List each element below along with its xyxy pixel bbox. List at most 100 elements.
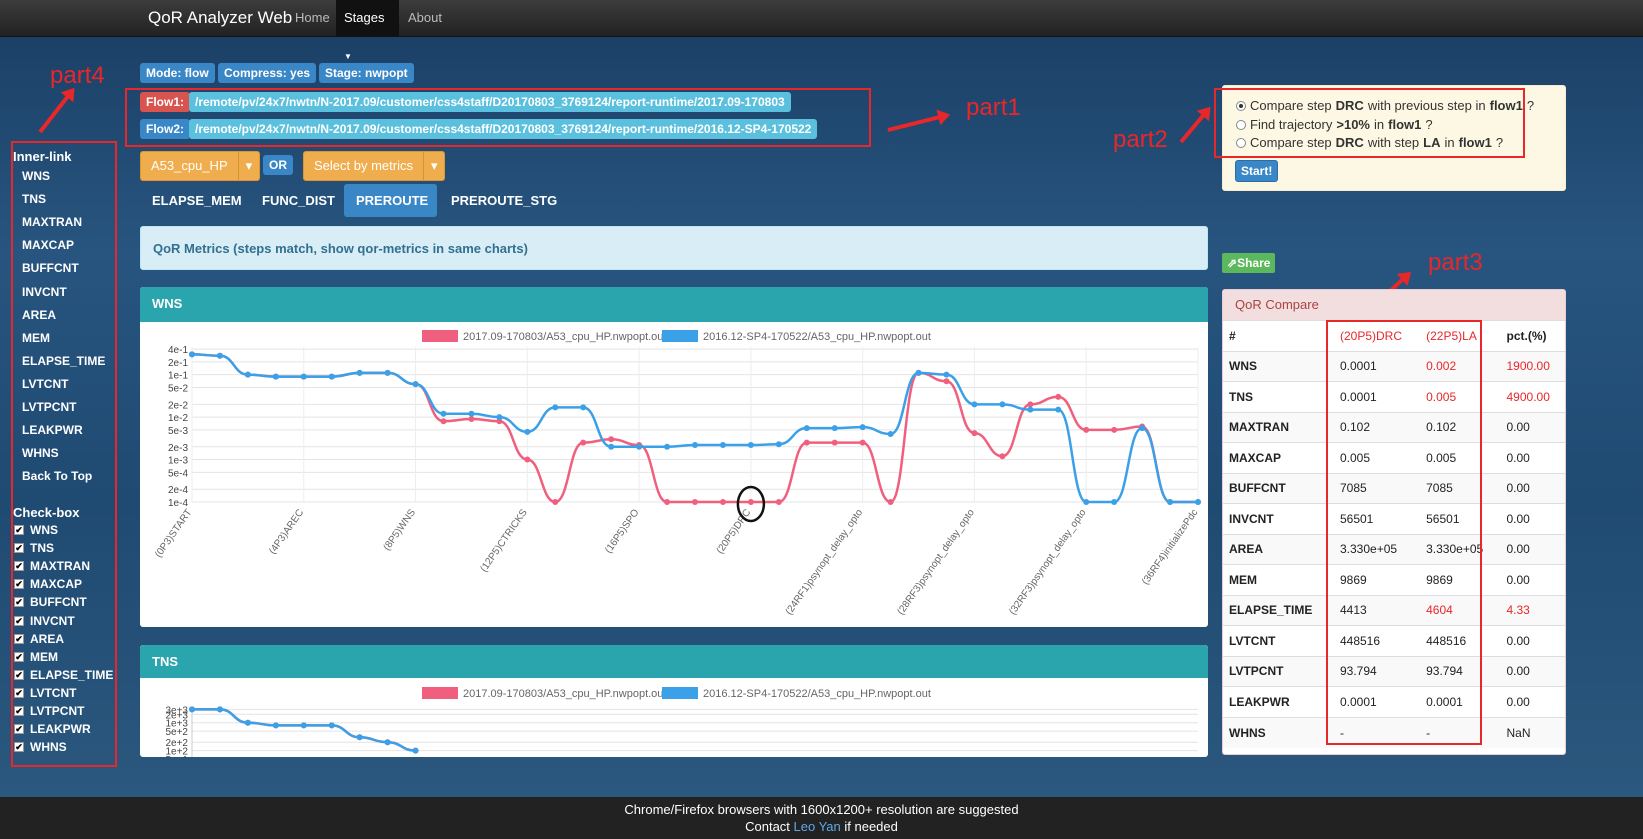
sidebar-link-buffcnt[interactable]: BUFFCNT xyxy=(22,261,79,275)
data-point[interactable] xyxy=(803,425,810,432)
nav-about[interactable]: About xyxy=(400,0,450,37)
checkbox-wns[interactable]: ✔ WNS xyxy=(14,523,58,537)
data-point[interactable] xyxy=(608,436,615,443)
data-point[interactable] xyxy=(831,439,838,446)
data-point[interactable] xyxy=(384,369,391,376)
legend-swatch[interactable] xyxy=(662,330,698,342)
data-point[interactable] xyxy=(1167,499,1174,505)
sidebar-link-elapse-time[interactable]: ELAPSE_TIME xyxy=(22,354,105,368)
checkbox-checked-icon[interactable]: ✔ xyxy=(14,633,24,644)
nav-home[interactable]: Home xyxy=(287,0,338,37)
tab-elapse-mem[interactable]: ELAPSE_MEM xyxy=(140,184,254,217)
data-point[interactable] xyxy=(692,499,698,505)
data-point[interactable] xyxy=(664,443,671,450)
data-point[interactable] xyxy=(412,747,419,754)
sidebar-link-tns[interactable]: TNS xyxy=(22,192,46,206)
checkbox-maxcap[interactable]: ✔ MAXCAP xyxy=(14,577,82,591)
data-point[interactable] xyxy=(943,378,950,385)
data-point[interactable] xyxy=(664,499,671,505)
data-point[interactable] xyxy=(552,499,559,505)
data-point[interactable] xyxy=(775,441,782,448)
checkbox-lvtpcnt[interactable]: ✔ LVTPCNT xyxy=(14,704,84,718)
data-point[interactable] xyxy=(216,706,223,713)
data-point[interactable] xyxy=(189,706,195,713)
contact-link[interactable]: Leo Yan xyxy=(794,819,841,834)
data-point[interactable] xyxy=(440,410,447,417)
data-point[interactable] xyxy=(859,439,866,446)
checkbox-checked-icon[interactable]: ✔ xyxy=(14,561,24,572)
data-point[interactable] xyxy=(999,453,1006,460)
data-point[interactable] xyxy=(468,410,475,417)
brand-title[interactable]: QoR Analyzer Web xyxy=(148,8,292,28)
data-point[interactable] xyxy=(496,414,503,421)
share-button[interactable]: ⇗Share xyxy=(1222,253,1276,273)
data-point[interactable] xyxy=(887,431,894,438)
checkbox-checked-icon[interactable]: ✔ xyxy=(14,543,24,554)
checkbox-tns[interactable]: ✔ TNS xyxy=(14,541,54,555)
sidebar-link-lvtpcnt[interactable]: LVTPCNT xyxy=(22,400,76,414)
compare-option-2[interactable]: Find trajectory >10% in flow1? xyxy=(1236,117,1433,132)
metric-select-button[interactable]: Select by metrics ▾ xyxy=(303,151,445,181)
data-point[interactable] xyxy=(1027,401,1034,408)
checkbox-area[interactable]: ✔ AREA xyxy=(14,632,64,646)
legend-swatch[interactable] xyxy=(662,687,698,699)
data-point[interactable] xyxy=(580,404,587,411)
data-point[interactable] xyxy=(440,418,447,425)
data-point[interactable] xyxy=(1083,499,1090,505)
legend-label[interactable]: 2016.12-SP4-170522/A53_cpu_HP.nwpopt.out xyxy=(703,688,931,700)
data-point[interactable] xyxy=(775,499,782,505)
data-point[interactable] xyxy=(1195,499,1201,505)
radio-selected-icon[interactable] xyxy=(1236,100,1246,111)
checkbox-leakpwr[interactable]: ✔ LEAKPWR xyxy=(14,722,91,736)
radio-icon[interactable] xyxy=(1236,137,1246,148)
data-point[interactable] xyxy=(1027,406,1034,413)
data-point[interactable] xyxy=(831,425,838,432)
data-point[interactable] xyxy=(244,371,251,378)
sidebar-link-lvtcnt[interactable]: LVTCNT xyxy=(22,377,68,391)
tab-preroute-stg[interactable]: PREROUTE_STG xyxy=(439,184,569,217)
data-point[interactable] xyxy=(580,439,587,446)
data-point[interactable] xyxy=(328,722,335,729)
checkbox-checked-icon[interactable]: ✔ xyxy=(14,651,24,662)
checkbox-whns[interactable]: ✔ WHNS xyxy=(14,740,67,754)
data-point[interactable] xyxy=(468,416,475,423)
checkbox-checked-icon[interactable]: ✔ xyxy=(14,742,24,753)
data-point[interactable] xyxy=(719,499,726,505)
data-point[interactable] xyxy=(244,719,251,726)
start-button[interactable]: Start! xyxy=(1235,160,1279,182)
data-point[interactable] xyxy=(524,456,531,463)
legend-label[interactable]: 2016.12-SP4-170522/A53_cpu_HP.nwpopt.out xyxy=(703,331,931,343)
checkbox-lvtcnt[interactable]: ✔ LVTCNT xyxy=(14,686,76,700)
radio-icon[interactable] xyxy=(1236,119,1246,130)
design-select-button[interactable]: A53_cpu_HP ▾ xyxy=(140,151,260,181)
data-point[interactable] xyxy=(216,352,223,359)
data-point[interactable] xyxy=(636,443,643,450)
data-point[interactable] xyxy=(747,499,754,505)
checkbox-checked-icon[interactable]: ✔ xyxy=(14,669,24,680)
checkbox-buffcnt[interactable]: ✔ BUFFCNT xyxy=(14,595,87,609)
sidebar-link-back-to-top[interactable]: Back To Top xyxy=(22,469,92,483)
data-point[interactable] xyxy=(803,439,810,446)
checkbox-checked-icon[interactable]: ✔ xyxy=(14,687,24,698)
sidebar-link-invcnt[interactable]: INVCNT xyxy=(22,285,67,299)
data-point[interactable] xyxy=(300,722,307,729)
data-point[interactable] xyxy=(1083,426,1090,433)
data-point[interactable] xyxy=(272,722,279,729)
sidebar-link-mem[interactable]: MEM xyxy=(22,331,50,345)
sidebar-link-whns[interactable]: WHNS xyxy=(22,446,59,460)
data-point[interactable] xyxy=(552,404,559,411)
data-point[interactable] xyxy=(1139,425,1146,432)
checkbox-mem[interactable]: ✔ MEM xyxy=(14,650,58,664)
checkbox-checked-icon[interactable]: ✔ xyxy=(14,579,24,590)
data-point[interactable] xyxy=(971,430,978,437)
data-point[interactable] xyxy=(943,371,950,378)
sidebar-link-leakpwr[interactable]: LEAKPWR xyxy=(22,423,83,437)
checkbox-checked-icon[interactable]: ✔ xyxy=(14,706,24,716)
checkbox-checked-icon[interactable]: ✔ xyxy=(14,615,24,626)
data-point[interactable] xyxy=(1111,426,1118,433)
data-point[interactable] xyxy=(1055,393,1062,400)
checkbox-invcnt[interactable]: ✔ INVCNT xyxy=(14,614,75,628)
data-point[interactable] xyxy=(1111,499,1118,505)
data-point[interactable] xyxy=(328,373,335,380)
sidebar-link-wns[interactable]: WNS xyxy=(22,169,50,183)
